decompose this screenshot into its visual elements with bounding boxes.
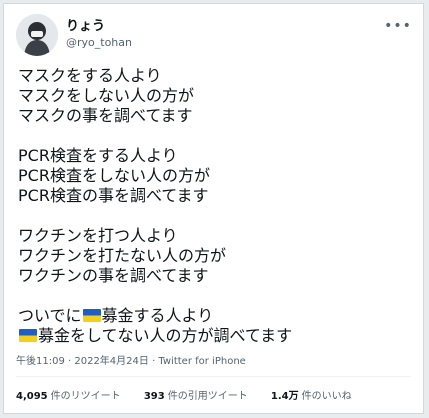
text-line: PCR検査をしない人の方が [18,166,210,185]
text-line: マスクの事を調べてます [18,106,193,125]
paragraph-pcr: PCR検査をする人より PCR検査をしない人の方が PCR検査の事を調べてます [18,146,411,206]
line-prefix: ついでに [18,306,82,325]
paragraph-donation: ついでに 募金する人より 募金をしてない人の方が調べてます [18,306,411,346]
text-line: ワクチンを打つ人より [18,226,178,245]
likes-stat[interactable]: 1.4万 件のいいね [271,390,352,403]
avatar-image [16,14,58,56]
quotes-stat[interactable]: 393 件の引用ツイート [144,390,248,403]
line-suffix: 募金をしてない人の方が調べてます [38,326,293,345]
text-line: マスクをする人より [18,66,162,85]
tweet-stats: 4,095 件のリツイート 393 件の引用ツイート 1.4万 件のいいね [16,390,411,403]
paragraph-mask: マスクをする人より マスクをしない人の方が マスクの事を調べてます [18,66,411,126]
tweet-text: マスクをする人より マスクをしない人の方が マスクの事を調べてます PCR検査を… [18,66,411,346]
retweets-count: 4,095 [16,391,48,402]
quotes-count: 393 [143,391,165,402]
tweet-card: りょう @ryo_tohan ••• マスクをする人より マスクをしない人の方が… [3,3,424,414]
divider [16,376,411,377]
text-line: マスクをしない人の方が [18,86,195,105]
text-line: ついでに 募金する人より [18,306,411,326]
text-line: PCR検査の事を調べてます [18,186,209,205]
quotes-label: 件の引用ツイート [167,391,248,402]
ukraine-flag-icon [19,329,37,342]
paragraph-vaccine: ワクチンを打つ人より ワクチンを打たない人の方が ワクチンの事を調べてます [18,226,411,286]
likes-label: 件のいいね [301,391,352,402]
retweets-stat[interactable]: 4,095 件のリツイート [16,390,121,403]
ukraine-flag-icon [82,309,101,322]
user-handle[interactable]: @ryo_tohan [66,36,132,50]
text-line: PCR検査をする人より [18,146,178,165]
text-line: ワクチンを打たない人の方が [18,246,227,265]
tweet-header: りょう @ryo_tohan ••• [16,14,411,58]
retweets-label: 件のリツイート [50,391,121,402]
likes-count: 1.4万 [270,391,299,402]
avatar[interactable] [16,14,58,56]
tweet-timestamp[interactable]: 午後11:09 · 2022年4月24日 · Twitter for iPhon… [16,355,246,368]
text-line: ワクチンの事を調べてます [18,266,209,285]
more-options-icon[interactable]: ••• [384,18,411,34]
line-suffix: 募金する人より [101,306,214,325]
text-line: 募金をしてない人の方が調べてます [18,326,411,346]
display-name[interactable]: りょう [66,19,105,35]
